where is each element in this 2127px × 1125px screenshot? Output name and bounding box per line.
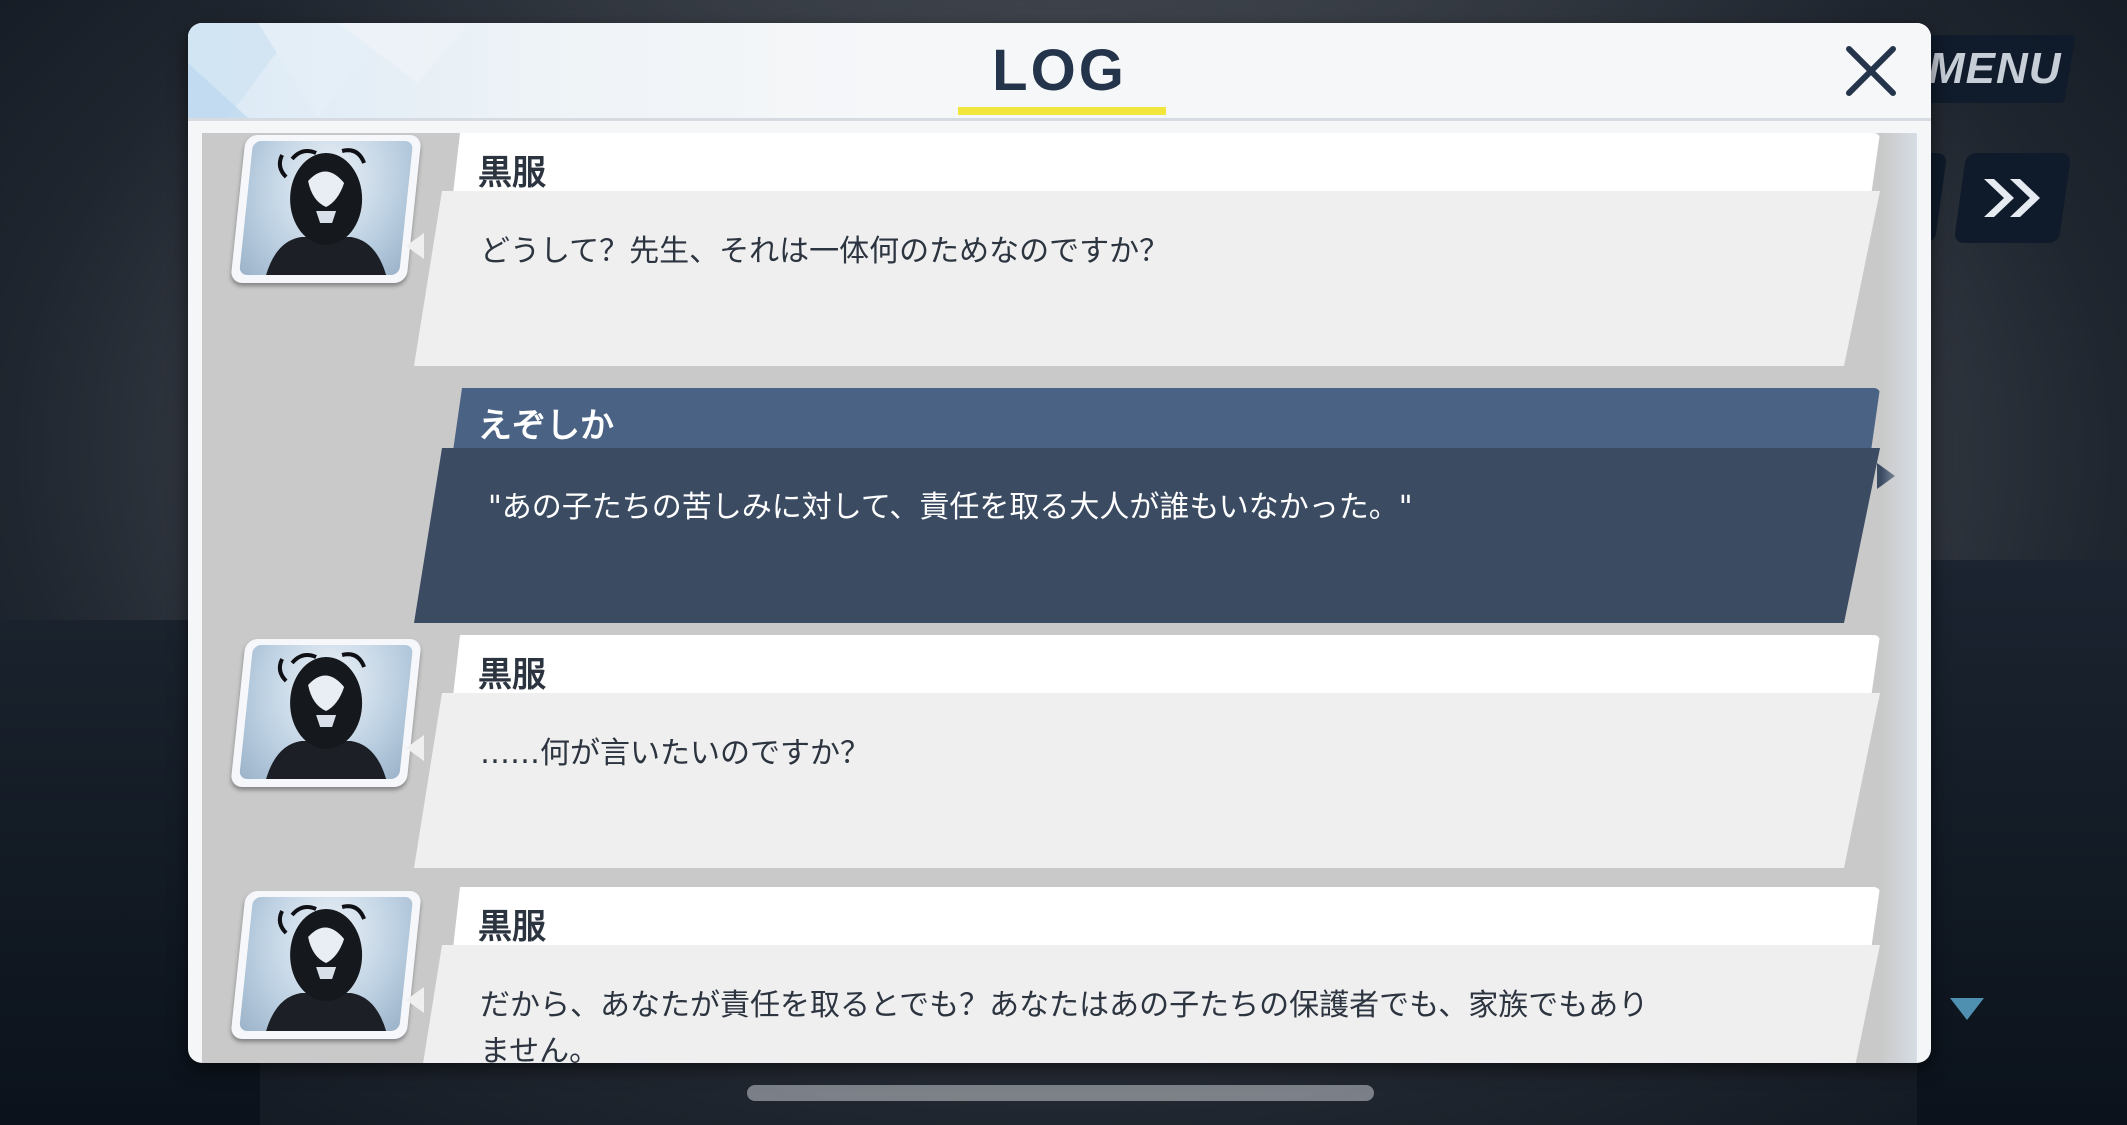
close-button[interactable] <box>1840 40 1902 102</box>
log-edge-fade <box>1881 133 1917 1063</box>
kurofuku-portrait-icon <box>266 904 387 1031</box>
skip-button[interactable] <box>1953 153 2072 243</box>
dialogue-text: だから、あなたが責任を取るとでも？あなたはあの子たちの保護者でも、家族でもありま… <box>480 988 1649 1063</box>
kurofuku-portrait-icon <box>266 148 387 275</box>
speaker-name: 黒服 <box>478 655 546 695</box>
log-header: LOG <box>188 23 1931 118</box>
dialogue-bubble <box>414 448 1880 623</box>
background-shadow-right <box>1917 560 2127 1125</box>
speaker-name: 黒服 <box>478 907 546 947</box>
menu-button[interactable]: MENU <box>1914 35 2076 103</box>
speaker-name: えぞしか <box>478 406 614 446</box>
close-x-icon <box>1846 46 1896 96</box>
log-scroll-area[interactable]: 黒服 どうして？先生、それは一体何のためなのですか？ えぞしか "あの子たちの苦… <box>202 133 1917 1063</box>
title-underline <box>958 107 1166 115</box>
speaker-name: 黒服 <box>478 153 546 193</box>
log-title: LOG <box>992 38 1127 103</box>
speaker-avatar <box>230 639 422 787</box>
dialogue-text: "あの子たちの苦しみに対して、責任を取る大人が誰もいなかった。" <box>488 490 1413 525</box>
speaker-name-bar <box>452 388 1880 458</box>
triangle-down-icon <box>1950 998 1984 1020</box>
speaker-avatar <box>230 135 422 283</box>
kurofuku-portrait-icon <box>266 652 387 779</box>
double-chevron-right-icon <box>1983 179 2040 217</box>
dialogue-text: ……何が言いたいのですか？ <box>480 736 870 771</box>
log-panel: LOG 黒服 どうして？先生、それは一体何のためなのですか？ えぞしか "あの子… <box>188 23 1931 1063</box>
menu-label: MENU <box>1928 44 2062 93</box>
dialogue-text: どうして？先生、それは一体何のためなのですか？ <box>480 234 1170 269</box>
home-indicator[interactable] <box>747 1085 1374 1101</box>
dialogue-bubble <box>414 693 1880 868</box>
dialogue-bubble <box>414 191 1880 366</box>
header-divider <box>188 118 1931 121</box>
speaker-avatar <box>230 891 422 1039</box>
